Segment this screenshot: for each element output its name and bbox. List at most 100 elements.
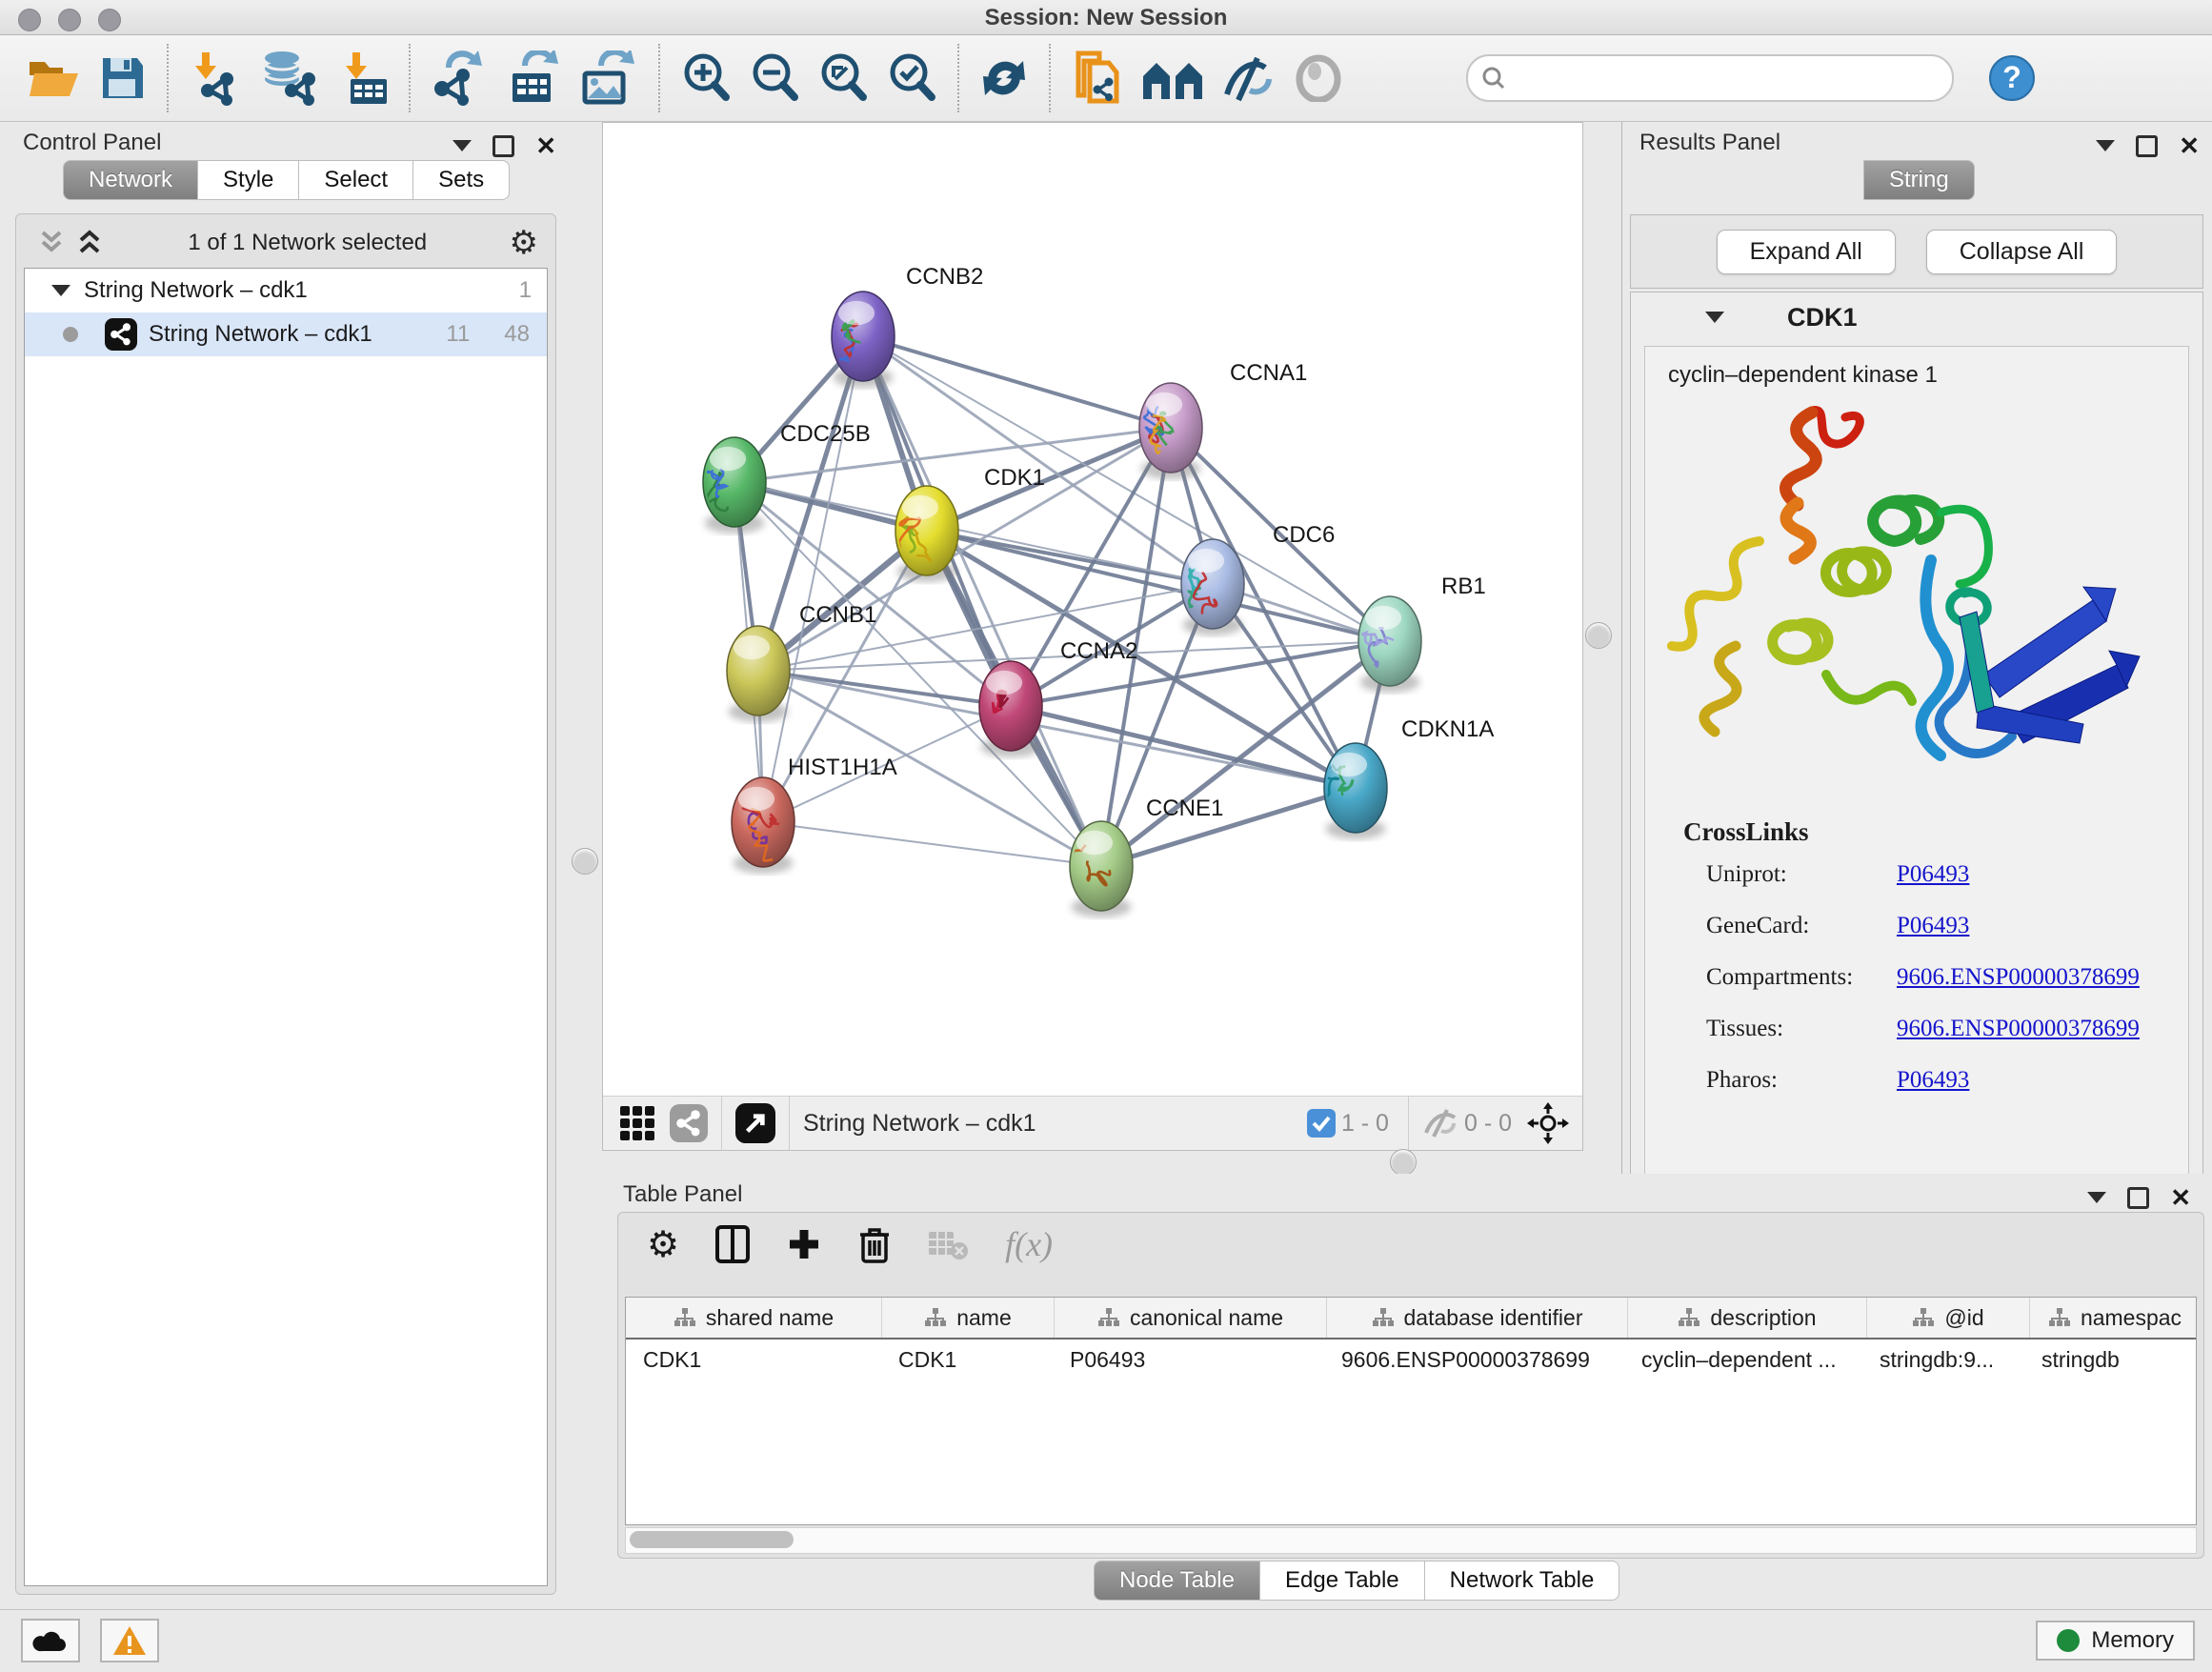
network-node-CDC6[interactable] [1181, 539, 1244, 629]
left-splitter-handle[interactable] [572, 848, 598, 875]
network-view[interactable]: CCNB2CCNA1CDC25BCDK1CDC6RB1CCNB1CCNA2CDK… [602, 122, 1583, 1151]
network-node-CDKN1A[interactable] [1319, 743, 1387, 833]
column-header-shared-name[interactable]: shared name [626, 1298, 882, 1338]
table-options-gear-icon[interactable]: ⚙ [647, 1223, 679, 1266]
column-header-namespac[interactable]: namespac [2030, 1298, 2197, 1338]
tab-string-results[interactable]: String [1863, 160, 1975, 200]
table-cell[interactable]: P06493 [1053, 1347, 1324, 1373]
cloud-button[interactable] [21, 1619, 80, 1662]
table-cell[interactable]: 9606.ENSP00000378699 [1324, 1347, 1624, 1373]
memory-button[interactable]: Memory [2036, 1621, 2195, 1661]
delete-column-icon[interactable] [858, 1225, 891, 1263]
collapse-all-button[interactable]: Collapse All [1926, 230, 2118, 274]
tree-expander-icon[interactable] [51, 285, 70, 296]
string-view-icon[interactable] [670, 1104, 708, 1142]
crosslink-link[interactable]: P06493 [1897, 861, 1969, 888]
expand-all-icon[interactable] [73, 229, 106, 257]
warnings-button[interactable] [100, 1619, 159, 1662]
save-session-icon[interactable] [99, 48, 147, 109]
network-node-CCNA2[interactable] [979, 661, 1042, 751]
tab-style[interactable]: Style [198, 160, 299, 200]
network-node-CCNB2[interactable] [832, 292, 895, 381]
table-panel-menu-icon[interactable] [2087, 1192, 2106, 1203]
network-edge[interactable] [1011, 706, 1356, 788]
detach-view-icon[interactable] [735, 1103, 775, 1143]
column-header-name[interactable]: name [882, 1298, 1055, 1338]
network-edge[interactable] [763, 822, 1101, 866]
zoom-in-icon[interactable] [680, 48, 732, 109]
table-cell[interactable]: CDK1 [881, 1347, 1053, 1373]
table-panel-close-icon[interactable]: ✕ [2170, 1185, 2191, 1210]
horizontal-splitter-handle[interactable] [1390, 1149, 1417, 1176]
hide-selected-icon[interactable] [1221, 48, 1277, 109]
results-panel-close-icon[interactable]: ✕ [2179, 133, 2200, 158]
delete-table-icon[interactable] [927, 1228, 969, 1260]
export-network-icon[interactable] [431, 48, 488, 109]
tab-edge-table[interactable]: Edge Table [1260, 1561, 1425, 1601]
export-table-icon[interactable] [505, 48, 562, 109]
network-canvas[interactable]: CCNB2CCNA1CDC25BCDK1CDC6RB1CCNB1CCNA2CDK… [603, 123, 1580, 1095]
right-splitter-handle[interactable] [1585, 622, 1612, 649]
control-panel-menu-icon[interactable] [452, 140, 472, 151]
import-network-from-database-icon[interactable] [259, 48, 322, 109]
function-builder-icon[interactable]: f(x) [1005, 1224, 1053, 1264]
apply-layout-icon[interactable] [979, 48, 1029, 109]
gene-expander-icon[interactable] [1705, 312, 1724, 323]
birds-eye-view-icon[interactable] [618, 1104, 656, 1142]
import-network-icon[interactable] [189, 48, 242, 109]
table-hscrollbar-thumb[interactable] [630, 1531, 794, 1548]
crosslink-link[interactable]: 9606.ENSP00000378699 [1897, 964, 2140, 991]
table-cell[interactable]: CDK1 [626, 1347, 881, 1373]
table-panel-float-icon[interactable] [2127, 1187, 2149, 1209]
network-tree-root-row[interactable]: String Network – cdk1 1 [25, 269, 547, 312]
pan-crosshair-icon[interactable] [1527, 1102, 1569, 1144]
crosslink-link[interactable]: P06493 [1897, 913, 1969, 939]
tab-node-table[interactable]: Node Table [1094, 1561, 1260, 1601]
results-panel-float-icon[interactable] [2136, 135, 2158, 157]
add-column-icon[interactable] [786, 1226, 822, 1262]
gene-entry-header[interactable]: CDK1 [1631, 292, 2202, 342]
node-table[interactable]: shared namenamecanonical namedatabase id… [625, 1297, 2197, 1525]
open-session-icon[interactable] [27, 48, 82, 109]
show-hidden-icon[interactable] [1294, 48, 1343, 109]
expand-all-button[interactable]: Expand All [1717, 230, 1896, 274]
collapse-all-icon[interactable] [35, 229, 68, 257]
zoom-selected-icon[interactable] [886, 48, 937, 109]
control-panel-float-icon[interactable] [493, 135, 514, 157]
table-row[interactable]: CDK1CDK1P064939606.ENSP00000378699cyclin… [626, 1340, 2196, 1380]
network-node-CDC25B[interactable] [703, 437, 766, 527]
results-panel-menu-icon[interactable] [2096, 140, 2115, 151]
show-all-panels-icon[interactable] [1141, 48, 1204, 109]
table-cell[interactable]: stringdb [2024, 1347, 2194, 1373]
network-tree-child-row[interactable]: String Network – cdk1 11 48 [25, 312, 547, 356]
tab-sets[interactable]: Sets [413, 160, 510, 200]
export-image-icon[interactable] [579, 48, 638, 109]
network-edge[interactable] [763, 336, 863, 822]
clone-network-icon[interactable] [1071, 48, 1124, 109]
network-edge[interactable] [863, 336, 1171, 428]
network-node-CCNB1[interactable] [727, 626, 790, 715]
tab-select[interactable]: Select [299, 160, 413, 200]
column-header--id[interactable]: @id [1867, 1298, 2030, 1338]
network-node-RB1[interactable] [1358, 596, 1421, 686]
column-header-canonical-name[interactable]: canonical name [1055, 1298, 1327, 1338]
network-node-CDK1[interactable] [892, 486, 958, 575]
search-input[interactable] [1466, 54, 1954, 102]
table-cell[interactable]: cyclin–dependent ... [1624, 1347, 1862, 1373]
network-edge[interactable] [863, 336, 1101, 866]
zoom-out-icon[interactable] [749, 48, 800, 109]
column-header-database-identifier[interactable]: database identifier [1327, 1298, 1628, 1338]
network-edge[interactable] [1101, 788, 1356, 866]
network-edge[interactable] [863, 336, 1390, 641]
control-panel-close-icon[interactable]: ✕ [535, 133, 556, 158]
network-node-CCNA1[interactable] [1139, 383, 1202, 473]
table-cell[interactable]: stringdb:9... [1862, 1347, 2024, 1373]
show-columns-icon[interactable] [715, 1225, 750, 1263]
tab-network[interactable]: Network [63, 160, 198, 200]
import-table-icon[interactable] [339, 48, 389, 109]
tab-network-table[interactable]: Network Table [1425, 1561, 1620, 1601]
crosslink-link[interactable]: P06493 [1897, 1067, 1969, 1094]
column-header-description[interactable]: description [1628, 1298, 1867, 1338]
zoom-fit-icon[interactable] [817, 48, 869, 109]
network-options-gear-icon[interactable]: ⚙ [510, 224, 538, 262]
